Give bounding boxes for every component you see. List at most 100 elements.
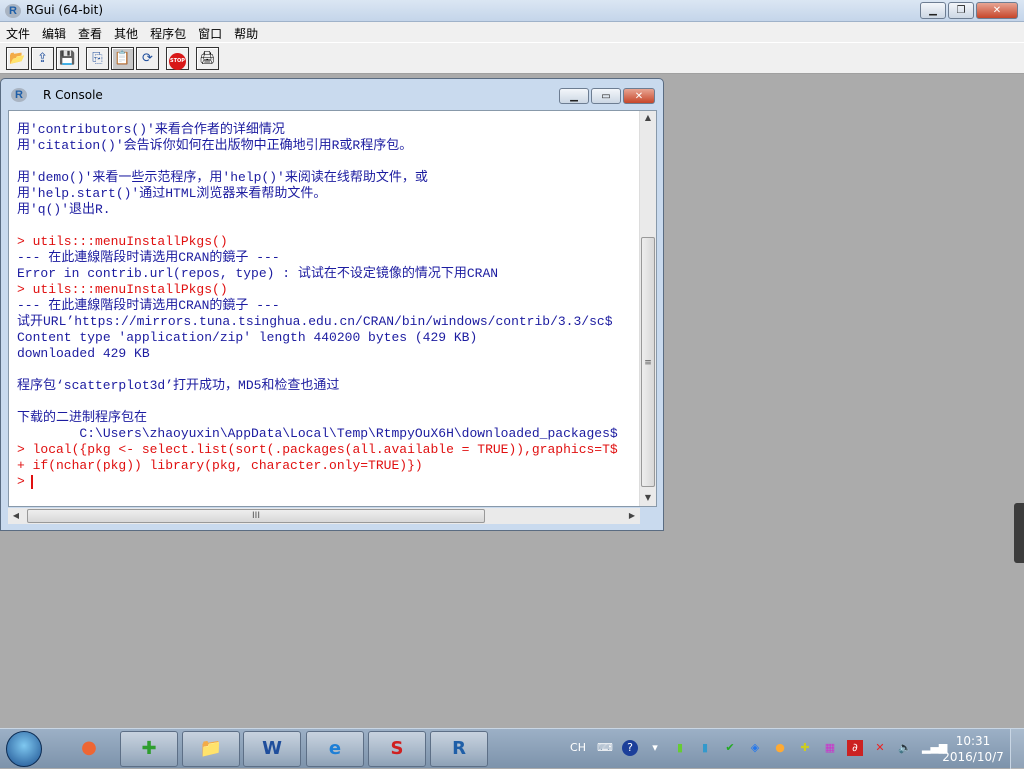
console-output-line: 用'citation()'会告诉你如何在出版物中正确地引用R或R程序包。 — [17, 138, 412, 154]
console-minimize-button[interactable]: ▁ — [559, 88, 589, 104]
menu-windows[interactable]: 窗口 — [192, 22, 228, 42]
show-hidden-icons[interactable]: ▾ — [647, 740, 663, 756]
line-text: > local({pkg <- select.list(sort(.packag… — [17, 442, 618, 457]
console-close-button[interactable]: ✕ — [623, 88, 655, 104]
close-button[interactable]: ✕ — [976, 2, 1018, 19]
usb-drive-icon[interactable]: ▮ — [697, 740, 713, 756]
console-maximize-button[interactable]: ▭ — [591, 88, 621, 104]
copy-button[interactable]: ⎘ — [86, 47, 109, 70]
maximize-button[interactable]: ❐ — [948, 2, 974, 19]
line-text: Error in contrib.url(repos, type) : 试试在不… — [17, 266, 499, 281]
line-text: 试开URL’https://mirrors.tuna.tsinghua.edu.… — [17, 314, 613, 329]
toolbar: 📂 ⇪ 💾 ⎘ 📋 ⟳ STOP 🖨 — [0, 42, 1024, 74]
stop-icon: STOP — [169, 53, 186, 70]
r-logo-icon: R — [5, 4, 21, 18]
line-text: 用'citation()'会告诉你如何在出版物中正确地引用R或R程序包。 — [17, 138, 413, 153]
line-text: 程序包‘scatterplot3d’打开成功，MD5和检查也通过 — [17, 378, 340, 393]
taskbar-app-colorful[interactable]: ● — [60, 731, 118, 767]
console-output-line: --- 在此連線階段时请选用CRAN的鏡子 --- — [17, 298, 280, 314]
line-text: --- 在此連線階段时请选用CRAN的鏡子 --- — [17, 298, 280, 313]
menu-edit[interactable]: 编辑 — [36, 22, 72, 42]
taskbar-app-explorer[interactable]: 📁 — [182, 731, 240, 767]
volume-icon[interactable]: 🔈 — [897, 740, 913, 756]
console-output-line: Error in contrib.url(repos, type) : 试试在不… — [17, 266, 498, 282]
start-button[interactable] — [6, 731, 42, 767]
minimize-button[interactable]: ▁ — [920, 2, 946, 19]
print-button[interactable]: 🖨 — [196, 47, 219, 70]
system-tray: CH ⌨ ? ▾ ▮ ▮ ✔ ◈ ● ✚ ▦ ∂ ✕ 🔈 ▂▄▆ — [568, 740, 947, 756]
line-text: 用'help.start()'通过HTML浏览器来看帮助文件。 — [17, 186, 327, 201]
360-app-icon: ✚ — [141, 738, 157, 759]
copy-paste-button[interactable]: ⟳ — [136, 47, 159, 70]
horizontal-scroll-thumb[interactable]: III — [27, 509, 485, 523]
usb-icon[interactable]: ▮ — [672, 740, 688, 756]
open-script-button[interactable]: 📂 — [6, 47, 29, 70]
menu-view[interactable]: 查看 — [72, 22, 108, 42]
console-output-line: 用'q()'退出R. — [17, 202, 111, 218]
360-icon[interactable]: ✚ — [797, 740, 813, 756]
text-cursor — [30, 474, 33, 489]
menu-file[interactable]: 文件 — [0, 22, 36, 42]
taskbar-app-r-gui[interactable]: R — [430, 731, 488, 767]
console-output-line: 用'contributors()'来看合作者的详细情况 — [17, 122, 285, 138]
console-command-line: > utils:::menuInstallPkgs() — [17, 234, 228, 250]
console-output-line: Content type 'application/zip' length 44… — [17, 330, 477, 346]
load-workspace-button[interactable]: ⇪ — [31, 47, 54, 70]
horizontal-scrollbar[interactable]: ◀ III ▶ — [8, 508, 640, 524]
taskbar-app-360-app[interactable]: ✚ — [120, 731, 178, 767]
network-disconnected-icon[interactable]: ✕ — [872, 740, 888, 756]
line-text: --- 在此連線階段时请选用CRAN的鏡子 --- — [17, 250, 280, 265]
console-output-line: downloaded 429 KB — [17, 346, 150, 362]
menu-help[interactable]: 帮助 — [228, 22, 264, 42]
taskbar-app-ie[interactable]: e — [306, 731, 364, 767]
line-text: + if(nchar(pkg)) library(pkg, character.… — [17, 458, 423, 473]
scroll-left-icon[interactable]: ◀ — [8, 511, 24, 520]
r-console-window: R R Console ▁ ▭ ✕ ▲ ≡ ▼ 用'contributors()… — [0, 78, 664, 531]
line-text: > utils:::menuInstallPkgs() — [17, 282, 228, 297]
keyboard-icon[interactable]: ⌨ — [597, 740, 613, 756]
clock[interactable]: 10:31 2016/10/7 — [938, 733, 1008, 765]
menu-packages[interactable]: 程序包 — [144, 22, 192, 42]
console-output[interactable]: ▲ ≡ ▼ 用'contributors()'来看合作者的详细情况 用'citat… — [8, 110, 657, 507]
scroll-up-icon[interactable]: ▲ — [640, 113, 656, 122]
clock-date: 2016/10/7 — [942, 750, 1004, 764]
console-command-line: > utils:::menuInstallPkgs() — [17, 282, 228, 298]
signal-icon[interactable]: ▂▄▆ — [922, 740, 947, 756]
line-text: C:\Users\zhaoyuxin\AppData\Local\Temp\Rt… — [17, 426, 618, 441]
scroll-right-icon[interactable]: ▶ — [624, 511, 640, 520]
word-icon: W — [262, 738, 282, 759]
sogou-icon: S — [390, 738, 404, 759]
language-indicator[interactable]: CH — [568, 740, 588, 756]
taskbar-app-word[interactable]: W — [243, 731, 301, 767]
menu-misc[interactable]: 其他 — [108, 22, 144, 42]
print-icon: 🖨 — [199, 51, 216, 66]
line-text: 用'q()'退出R. — [17, 202, 111, 217]
power-icon[interactable]: ✔ — [722, 740, 738, 756]
security-shield-icon[interactable]: ◈ — [747, 740, 763, 756]
taskbar-app-sogou[interactable]: S — [368, 731, 426, 767]
scroll-down-icon[interactable]: ▼ — [640, 493, 656, 502]
app-red-icon[interactable]: ∂ — [847, 740, 863, 756]
console-output-line: 试开URL’https://mirrors.tuna.tsinghua.edu.… — [17, 314, 613, 330]
show-desktop-button[interactable] — [1010, 729, 1024, 769]
help-icon[interactable]: ? — [622, 740, 638, 756]
line-text: > — [17, 474, 25, 489]
taskbar: ● ✚ 📁 We S R CH ⌨ ? ▾ ▮ ▮ ✔ ◈ ● ✚ ▦ ∂ ✕ 🔈 ▂▄▆… — [0, 728, 1024, 769]
line-text: 用'demo()'来看一些示范程序，用'help()'来阅读在线帮助文件，或 — [17, 170, 428, 185]
stop-button[interactable]: STOP — [166, 47, 189, 70]
vertical-scroll-thumb[interactable]: ≡ — [641, 237, 655, 487]
ie-icon: e — [328, 738, 342, 759]
console-output-line: --- 在此連線階段时请选用CRAN的鏡子 --- — [17, 250, 280, 266]
line-text: downloaded 429 KB — [17, 346, 150, 361]
color-grid-icon[interactable]: ▦ — [822, 740, 838, 756]
resize-grip[interactable] — [1014, 503, 1024, 563]
paste-button[interactable]: 📋 — [111, 47, 134, 70]
save-workspace-button[interactable]: 💾 — [56, 47, 79, 70]
load-workspace-icon: ⇪ — [37, 51, 48, 66]
console-output-line: 用'help.start()'通过HTML浏览器来看帮助文件。 — [17, 186, 326, 202]
r-gui-icon: R — [452, 738, 466, 759]
vertical-scrollbar[interactable]: ▲ ≡ ▼ — [639, 111, 656, 506]
palette-icon[interactable]: ● — [772, 740, 788, 756]
line-text: > utils:::menuInstallPkgs() — [17, 234, 228, 249]
menubar: 文件 编辑 查看 其他 程序包 窗口 帮助 — [0, 22, 1024, 42]
